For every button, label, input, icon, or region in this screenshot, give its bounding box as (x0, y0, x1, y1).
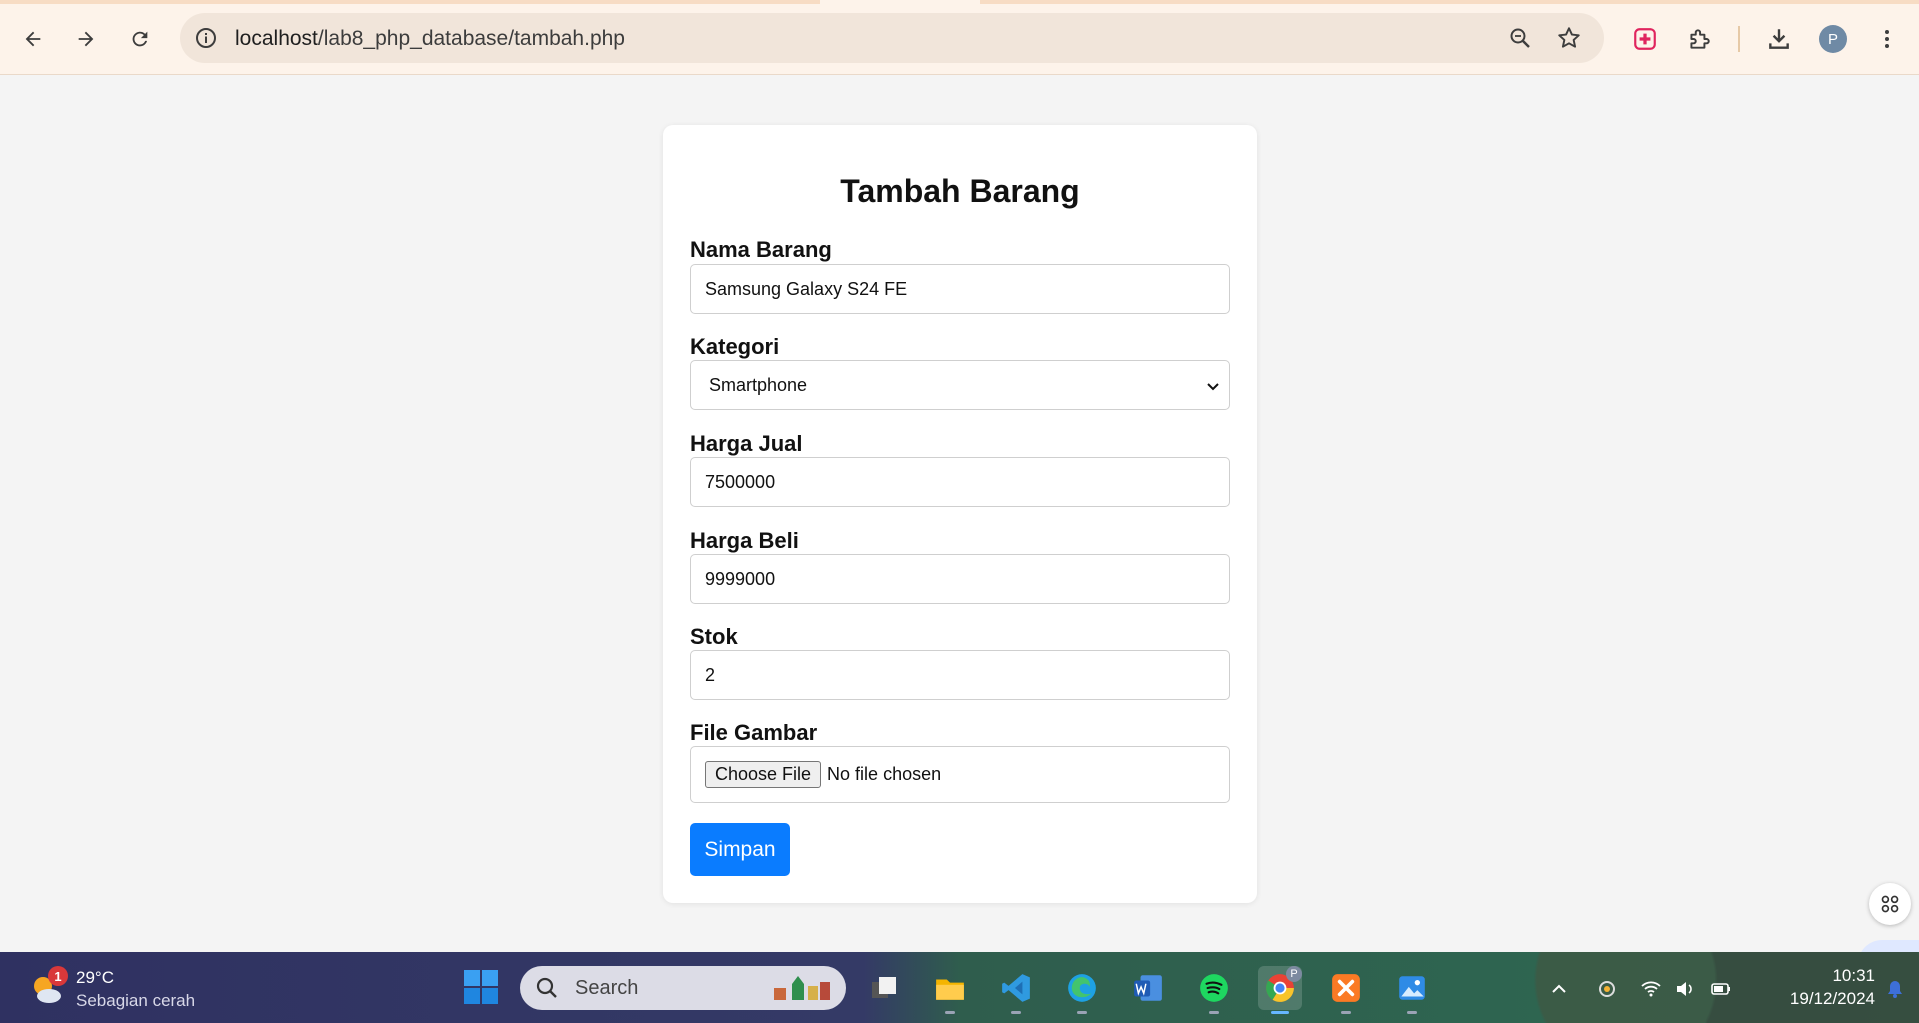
simpan-button[interactable]: Simpan (690, 823, 790, 876)
arrow-left-icon (25, 31, 41, 47)
choose-file-button[interactable]: Choose File (705, 761, 822, 788)
search-highlight-art-icon (774, 976, 830, 1000)
word-icon (1134, 975, 1162, 1001)
taskbar-photos[interactable] (1390, 966, 1434, 1014)
harga-beli-value: 9999000 (705, 568, 776, 589)
weather-temperature: 29°C (76, 968, 114, 987)
taskbar-edge[interactable] (1060, 966, 1104, 1014)
taskbar-task-view[interactable] (862, 966, 906, 1010)
file-status-text: No file chosen (827, 764, 942, 784)
notification-bell-icon[interactable] (1884, 978, 1906, 1000)
weather-notification-badge: 1 (48, 966, 68, 986)
wifi-icon[interactable] (1640, 978, 1662, 1000)
chrome-profile-badge: P (1286, 966, 1302, 982)
floating-apps-button[interactable] (1869, 883, 1911, 925)
profile-avatar[interactable]: P (1819, 25, 1847, 53)
chevron-down-icon (1207, 383, 1219, 391)
address-bar[interactable]: localhost/lab8_php_database/tambah.php (180, 13, 1604, 63)
windows-start-icon[interactable] (463, 969, 499, 1005)
tab-strip (0, 0, 1919, 4)
tray-overflow-chevron-icon[interactable] (1548, 978, 1570, 1000)
tray-app-icon[interactable] (1596, 978, 1618, 1000)
bookmark-star-icon[interactable] (1556, 25, 1582, 51)
system-clock[interactable]: 10:31 19/12/2024 (1745, 964, 1875, 1010)
stok-input[interactable]: 2 (690, 650, 1230, 700)
reload-icon (132, 31, 148, 47)
zoom-icon[interactable] (1508, 26, 1532, 50)
apps-grid-icon (1881, 895, 1899, 913)
stok-value: 2 (705, 664, 716, 685)
download-icon (1769, 29, 1789, 49)
downloads-button[interactable] (1764, 24, 1794, 54)
taskbar-chrome[interactable]: P (1258, 966, 1302, 1014)
harga-beli-input[interactable]: 9999000 (690, 554, 1230, 604)
clock-time: 10:31 (1832, 966, 1875, 985)
site-info-icon[interactable] (194, 26, 218, 50)
kategori-value: Smartphone (709, 374, 808, 395)
spotify-icon (1200, 974, 1228, 1002)
harga-jual-label: Harga Jual (690, 431, 803, 456)
form-card: Tambah Barang Nama Barang Samsung Galaxy… (663, 125, 1257, 903)
forward-button[interactable] (68, 21, 104, 57)
harga-beli-label: Harga Beli (690, 528, 799, 553)
extensions-button[interactable] (1684, 24, 1714, 54)
taskbar-file-explorer[interactable] (928, 966, 972, 1014)
search-placeholder: Search (575, 977, 639, 999)
stok-label: Stok (690, 624, 738, 649)
url-path: /lab8_php_database/tambah.php (317, 27, 625, 50)
url-text[interactable]: localhost/lab8_php_database/tambah.php (235, 27, 625, 51)
search-icon (536, 977, 557, 998)
browser-menu-button[interactable] (1872, 24, 1902, 54)
xampp-icon (1332, 974, 1360, 1002)
kebab-menu-icon (1885, 30, 1889, 48)
harga-jual-input[interactable]: 7500000 (690, 457, 1230, 507)
extension-pinned-button[interactable] (1630, 24, 1660, 54)
puzzle-icon (1690, 29, 1710, 49)
file-gambar-input[interactable]: Choose File No file chosen (690, 746, 1230, 803)
taskbar-word[interactable] (1126, 966, 1170, 1010)
kategori-select[interactable]: Smartphone (690, 360, 1230, 410)
health-extension-icon (1634, 28, 1656, 50)
file-gambar-label: File Gambar (690, 720, 818, 745)
volume-icon[interactable] (1674, 978, 1696, 1000)
task-view-icon (872, 977, 896, 998)
folder-icon (936, 979, 964, 1000)
taskbar-vscode[interactable] (994, 966, 1038, 1014)
page-title: Tambah Barang (840, 173, 1080, 209)
taskbar-spotify[interactable] (1192, 966, 1236, 1014)
harga-jual-value: 7500000 (705, 471, 776, 492)
toolbar-divider (1738, 26, 1740, 52)
edge-icon (1068, 974, 1096, 1002)
arrow-right-icon (78, 31, 94, 47)
clock-date: 19/12/2024 (1789, 989, 1875, 1008)
reload-button[interactable] (122, 21, 158, 57)
taskbar-search[interactable]: Search (520, 966, 846, 1010)
nama-barang-label: Nama Barang (690, 237, 832, 262)
weather-condition: Sebagian cerah (76, 991, 196, 1010)
battery-icon[interactable] (1710, 978, 1732, 1000)
photos-icon (1399, 976, 1425, 1000)
weather-widget[interactable]: 1 29°C Sebagian cerah (26, 964, 206, 1014)
kategori-label: Kategori (690, 334, 780, 359)
browser-toolbar: localhost/lab8_php_database/tambah.php P (0, 0, 1919, 75)
vscode-icon (1002, 974, 1030, 1002)
url-host: localhost (235, 27, 318, 50)
back-button[interactable] (15, 21, 51, 57)
nama-barang-input[interactable]: Samsung Galaxy S24 FE (690, 264, 1230, 314)
nama-barang-value: Samsung Galaxy S24 FE (705, 278, 908, 299)
taskbar-xampp[interactable] (1324, 966, 1368, 1014)
